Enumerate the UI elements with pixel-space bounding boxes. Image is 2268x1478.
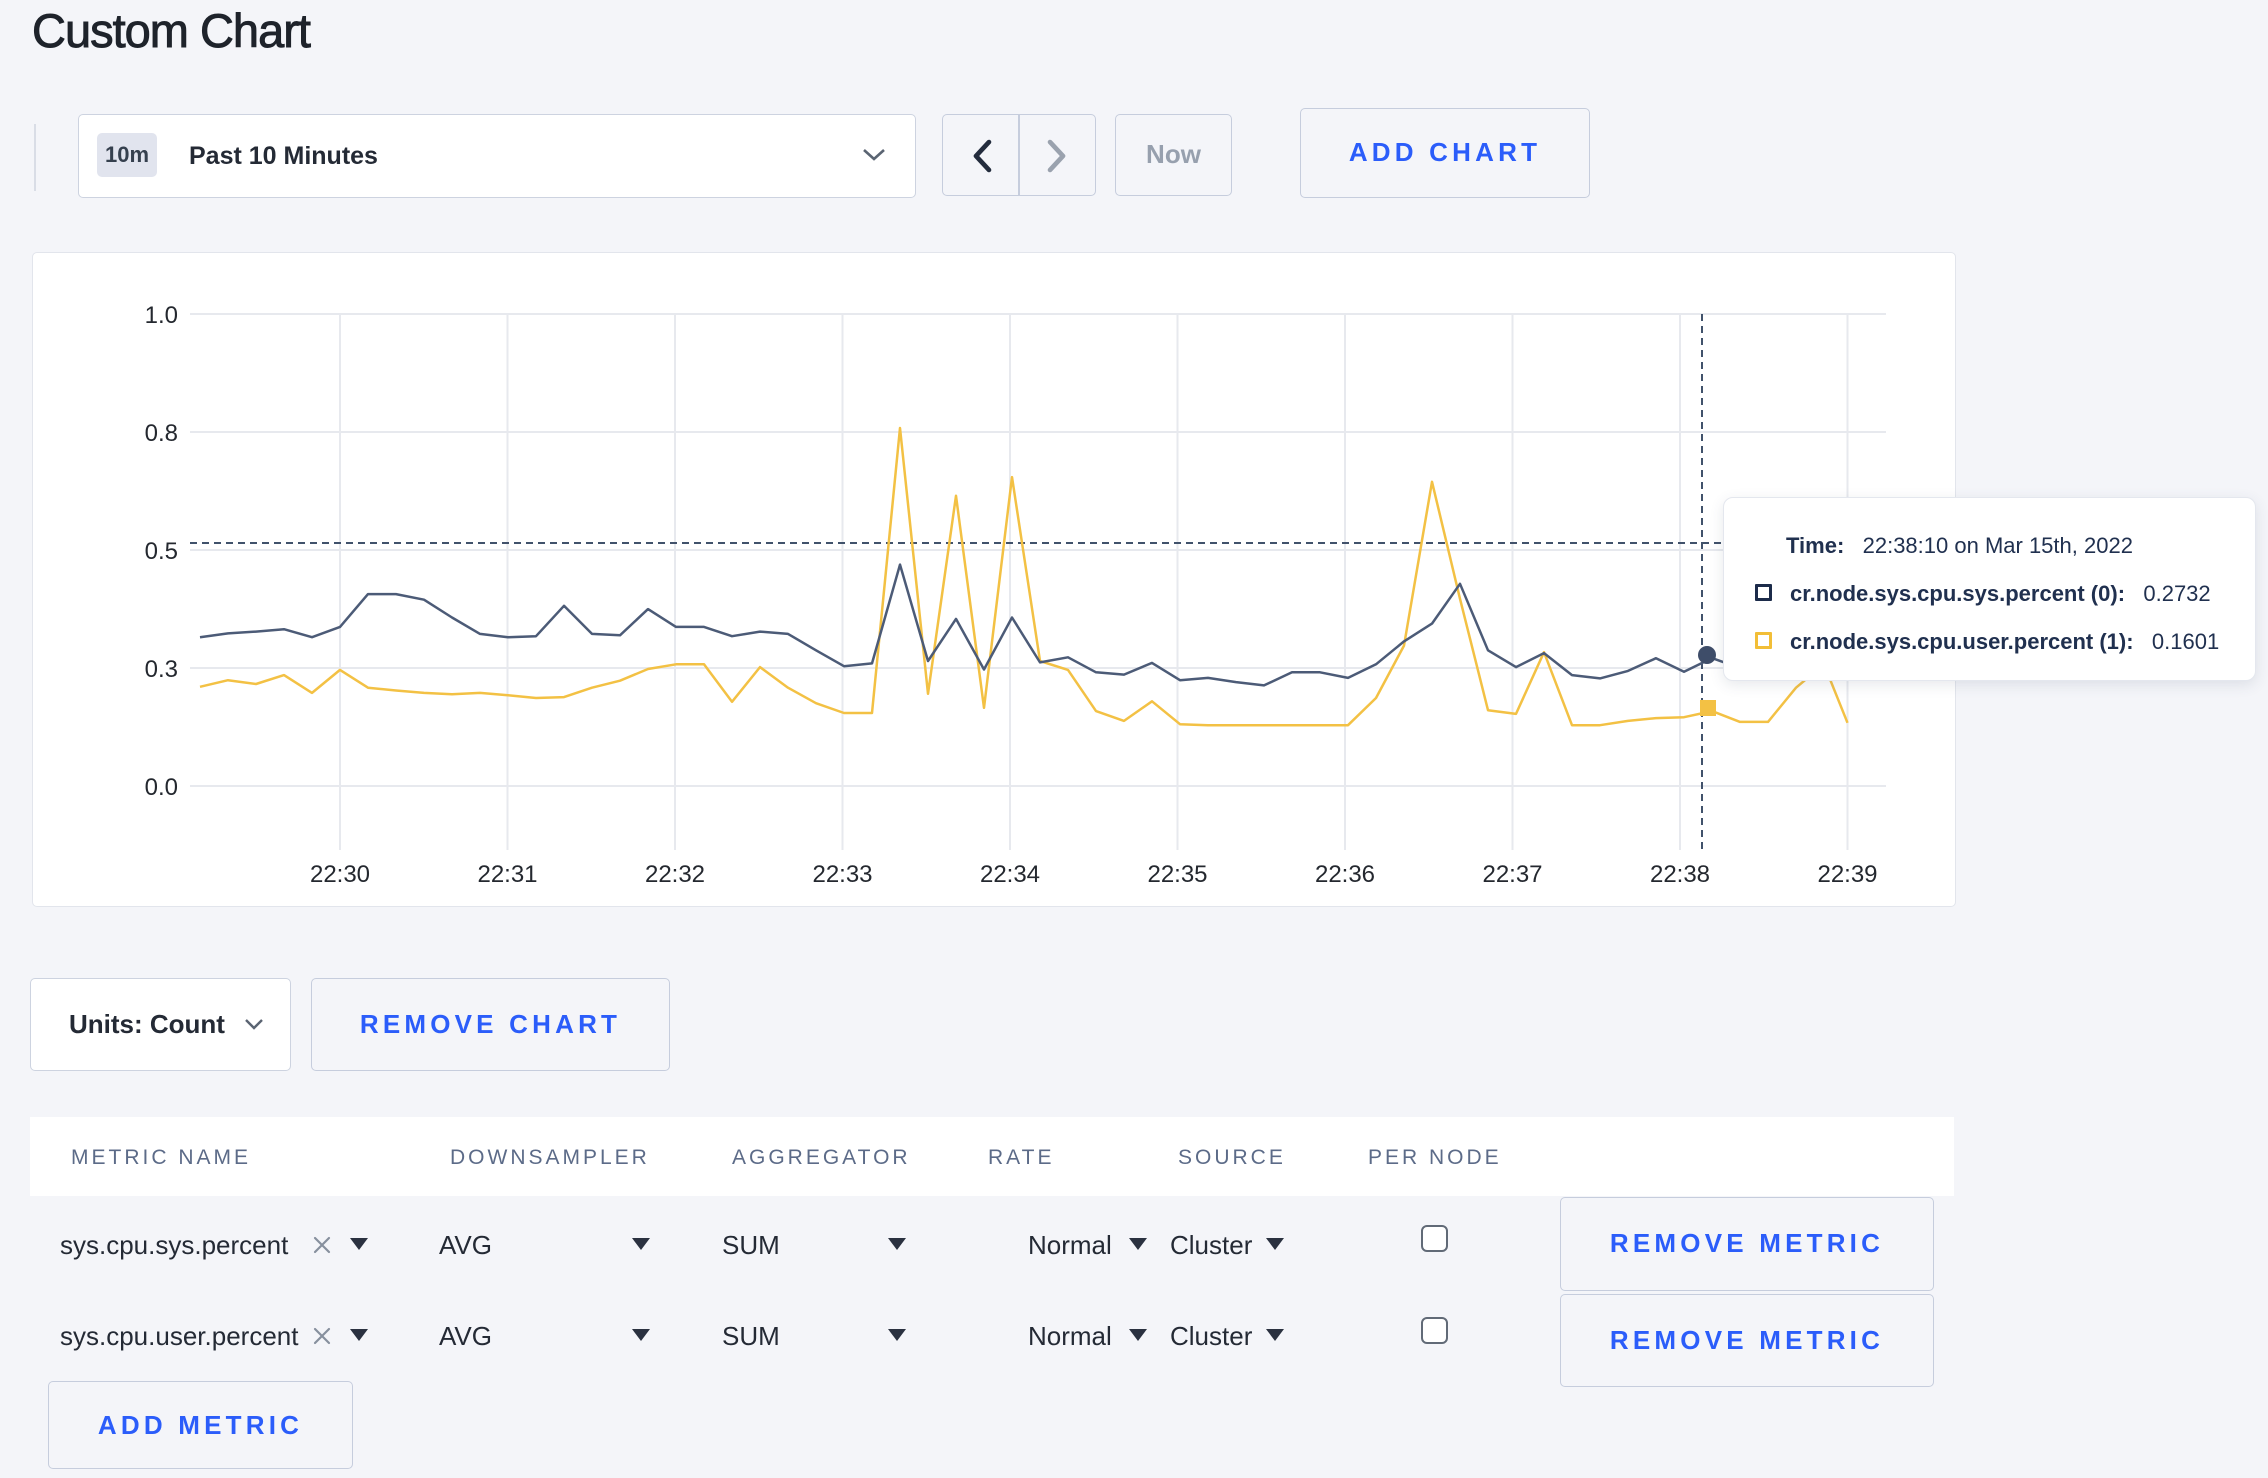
svg-text:0.3: 0.3 [145,656,178,683]
svg-text:22:30: 22:30 [310,861,370,888]
svg-text:22:37: 22:37 [1482,861,1542,888]
svg-text:22:34: 22:34 [980,861,1040,888]
svg-text:22:39: 22:39 [1817,861,1877,888]
svg-text:22:33: 22:33 [812,861,872,888]
svg-text:1.0: 1.0 [145,302,178,329]
svg-text:22:31: 22:31 [477,861,537,888]
svg-text:22:38: 22:38 [1650,861,1710,888]
svg-text:22:32: 22:32 [645,861,705,888]
svg-text:22:35: 22:35 [1147,861,1207,888]
svg-text:0.8: 0.8 [145,420,178,447]
svg-text:0.0: 0.0 [145,774,178,801]
svg-text:22:36: 22:36 [1315,861,1375,888]
svg-text:0.5: 0.5 [145,538,178,565]
